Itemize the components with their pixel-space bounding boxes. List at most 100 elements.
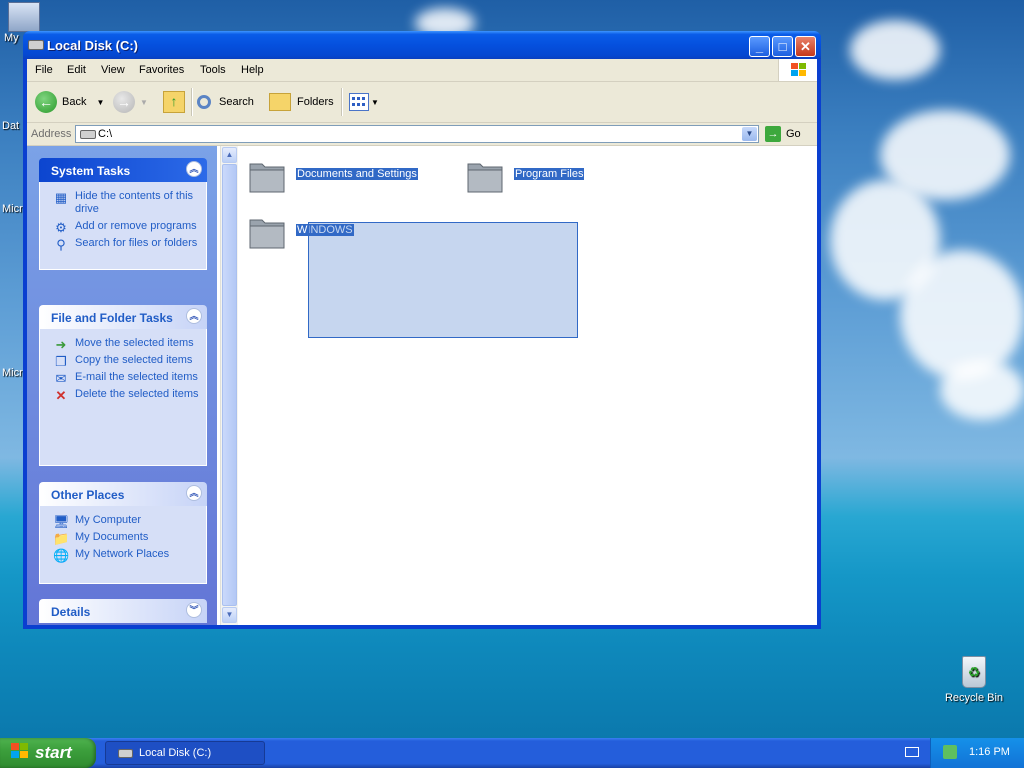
drive-icon [28, 40, 44, 50]
chevron-down-icon[interactable]: ▼ [96, 98, 104, 107]
folder-label: Documents and Settings [296, 168, 418, 180]
search-button[interactable]: Search [197, 90, 254, 114]
address-value: C:\ [98, 128, 113, 140]
task-label: My Documents [75, 531, 149, 543]
chevron-down-icon[interactable]: ▼ [140, 98, 148, 107]
desktop-icon-partial[interactable]: Dat [2, 120, 19, 132]
scroll-up-button[interactable]: ▲ [222, 147, 237, 163]
menu-favorites[interactable]: Favorites [139, 64, 184, 76]
task-label: Search for files or folders [75, 237, 198, 249]
place-my-network-places[interactable]: 🌐 My Network Places [40, 548, 206, 563]
minimize-button[interactable]: _ [749, 36, 770, 57]
address-input[interactable]: C:\ ▼ [75, 125, 759, 143]
scroll-down-button[interactable]: ▼ [222, 607, 237, 623]
hide-contents-icon: ▦ [54, 190, 68, 205]
desktop-icon-label: Dat [2, 120, 20, 132]
task-label: E-mail the selected items [75, 371, 198, 383]
folders-button[interactable]: Folders [269, 90, 334, 114]
other-places-header[interactable]: Other Places ︽ [39, 482, 207, 506]
keyboard-icon[interactable] [905, 747, 919, 757]
network-icon: 🌐 [53, 548, 70, 563]
system-tasks-header[interactable]: System Tasks ︽ [39, 158, 207, 182]
forward-button[interactable]: → ▼ [113, 90, 148, 114]
back-button[interactable]: ← Back ▼ [35, 90, 104, 114]
recycle-bin-icon: ♻ [962, 656, 986, 688]
place-my-documents[interactable]: 📁 My Documents [40, 531, 206, 546]
go-button[interactable]: → Go [765, 126, 801, 142]
task-label: Add or remove programs [75, 220, 197, 232]
up-folder-button[interactable]: ↑ [163, 90, 185, 114]
collapse-chevron-icon[interactable]: ︽ [186, 485, 202, 501]
details-header[interactable]: Details ︾ [39, 599, 207, 623]
desktop-icon-label: Recycle Bin [944, 692, 1004, 704]
clock[interactable]: 1:16 PM [969, 746, 1010, 758]
details-panel: Details ︾ [39, 599, 207, 623]
menu-bar: File Edit View Favorites Tools Help [27, 59, 817, 82]
folder-icon [248, 214, 286, 249]
folder-icon [248, 158, 286, 193]
task-add-remove-programs[interactable]: ⚙ Add or remove programs [40, 220, 206, 235]
task-label: Hide the contents of this drive [75, 190, 194, 215]
window-client: File Edit View Favorites Tools Help ← Ba… [27, 59, 817, 625]
folder-icon [466, 158, 504, 193]
taskbar: start Local Disk (C:) 1:16 PM [0, 738, 1024, 768]
file-folder-tasks-panel: File and Folder Tasks ︽ ➜ Move the select… [39, 305, 207, 466]
documents-folder-icon: 📁 [53, 531, 70, 546]
taskbar-window-button[interactable]: Local Disk (C:) [105, 741, 265, 765]
window-title: Local Disk (C:) [47, 38, 139, 53]
toolbar-separator [191, 88, 193, 116]
place-my-computer[interactable]: 🖥 My Computer [40, 514, 206, 529]
drive-icon [118, 748, 133, 758]
expand-chevron-icon[interactable]: ︾ [186, 602, 202, 618]
task-pane: System Tasks ︽ ▦ Hide the contents of thi… [27, 146, 217, 625]
views-icon [349, 93, 369, 111]
folders-label: Folders [297, 96, 334, 108]
views-button[interactable]: ▼ [349, 90, 379, 114]
task-label: Copy the selected items [75, 354, 193, 366]
file-folder-tasks-header[interactable]: File and Folder Tasks ︽ [39, 305, 207, 329]
menu-view[interactable]: View [101, 64, 125, 76]
back-arrow-icon: ← [35, 91, 57, 113]
explorer-window: Local Disk (C:) _ □ ✕ File Edit View Fav… [23, 31, 821, 629]
task-move-items[interactable]: ➜ Move the selected items [40, 337, 206, 352]
vertical-scrollbar[interactable]: ▲ ▼ [220, 146, 238, 625]
add-remove-icon: ⚙ [55, 220, 67, 235]
other-places-panel: Other Places ︽ 🖥 My Computer 📁 My Document… [39, 482, 207, 584]
close-button[interactable]: ✕ [795, 36, 816, 57]
system-tray: 1:16 PM [930, 738, 1024, 768]
task-email-items[interactable]: ✉ E-mail the selected items [40, 371, 206, 386]
address-dropdown-button[interactable]: ▼ [742, 127, 757, 141]
copy-icon: ❐ [55, 354, 67, 369]
computer-icon [8, 2, 40, 32]
task-delete-items[interactable]: ✕ Delete the selected items [40, 388, 206, 403]
windows-logo-icon [10, 742, 30, 765]
collapse-chevron-icon[interactable]: ︽ [186, 308, 202, 324]
menu-help[interactable]: Help [241, 64, 264, 76]
back-label: Back [62, 96, 87, 108]
task-label: Move the selected items [75, 337, 194, 349]
desktop-icon-recycle-bin[interactable]: ♻ Recycle Bin [944, 656, 1004, 704]
folder-view[interactable]: Documents and Settings Program Files WIN… [238, 146, 817, 625]
tray-app-icon[interactable] [943, 745, 957, 759]
folder-label: Program Files [514, 168, 585, 180]
task-hide-drive-contents[interactable]: ▦ Hide the contents of this drive [40, 190, 206, 216]
search-label: Search [219, 96, 254, 108]
menu-edit[interactable]: Edit [67, 64, 86, 76]
go-arrow-icon: → [765, 126, 781, 142]
scroll-thumb[interactable] [222, 164, 237, 606]
folder-item[interactable]: Program Files [466, 158, 585, 193]
menu-file[interactable]: File [35, 64, 53, 76]
chevron-down-icon[interactable]: ▼ [371, 98, 379, 107]
task-search-files[interactable]: ⚲ Search for files or folders [40, 237, 206, 252]
address-label: Address [31, 128, 72, 140]
collapse-chevron-icon[interactable]: ︽ [186, 161, 202, 177]
standard-toolbar: ← Back ▼ → ▼ ↑ Search Folders ▼ [27, 82, 817, 123]
search-icon [197, 95, 211, 109]
task-copy-items[interactable]: ❐ Copy the selected items [40, 354, 206, 369]
move-icon: ➜ [55, 337, 67, 352]
menu-tools[interactable]: Tools [200, 64, 226, 76]
start-button[interactable]: start [0, 738, 96, 768]
folder-item[interactable]: Documents and Settings [248, 158, 418, 193]
maximize-button[interactable]: □ [772, 36, 793, 57]
title-bar[interactable]: Local Disk (C:) _ □ ✕ [23, 31, 821, 59]
